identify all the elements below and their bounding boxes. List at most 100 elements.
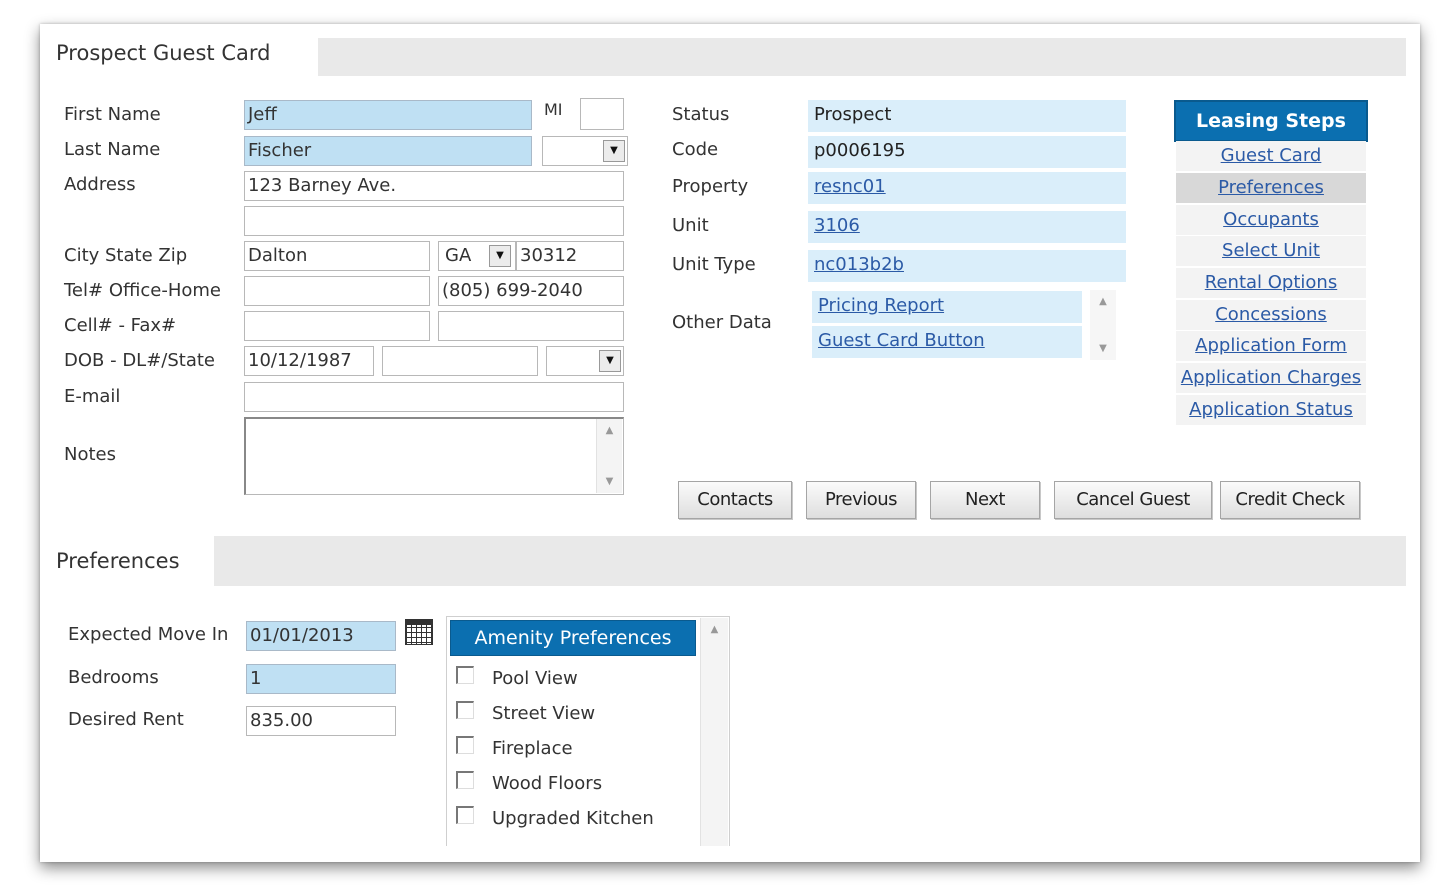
pricing-report-link[interactable]: Pricing Report [818,295,944,316]
scroll-down-icon[interactable]: ▼ [1090,343,1116,354]
amenity-label: Wood Floors [492,773,603,794]
wood-floors-checkbox[interactable] [456,771,474,789]
tel-home-field[interactable]: (805) 699-2040 [438,276,624,306]
other-data-item: Pricing Report [812,291,1082,323]
pool-view-checkbox[interactable] [456,666,474,684]
code-value: p0006195 [808,136,1126,168]
desired-rent-field[interactable]: 835.00 [246,706,396,736]
amenity-label: Upgraded Kitchen [492,808,654,829]
bedrooms-label: Bedrooms [68,667,159,688]
unit-link[interactable]: 3106 [814,215,860,236]
address-line2-field[interactable] [244,206,624,236]
fireplace-checkbox[interactable] [456,736,474,754]
preferences-title: Preferences [54,536,214,586]
bedrooms-field[interactable]: 1 [246,664,396,694]
scroll-up-icon[interactable]: ▲ [1090,296,1116,307]
dl-number-field[interactable] [382,346,538,376]
step-select-unit[interactable]: Select Unit [1176,236,1366,266]
zip-field[interactable]: 30312 [516,241,624,271]
step-application-form[interactable]: Application Form [1176,331,1366,361]
code-label: Code [672,139,719,160]
credit-check-button[interactable]: Credit Check [1220,481,1360,519]
other-data-label: Other Data [672,312,772,333]
contacts-button[interactable]: Contacts [678,481,792,519]
notes-textarea[interactable] [244,417,624,495]
mi-label: MI [544,100,563,119]
previous-button[interactable]: Previous [806,481,916,519]
tel-office-field[interactable] [244,276,430,306]
amenity-item[interactable]: Fireplace [456,734,686,764]
chevron-down-icon[interactable]: ▼ [489,245,511,267]
step-concessions[interactable]: Concessions [1176,300,1366,330]
amenity-label: Street View [492,703,596,724]
preferences-header-bar [54,536,1406,586]
window-frame: Prospect Guest Card First Name MI Last N… [40,24,1420,862]
amenity-item[interactable]: Street View [456,699,686,729]
expected-move-in-label: Expected Move In [68,624,229,645]
amenity-item[interactable]: Pool View [456,664,686,694]
step-application-status[interactable]: Application Status [1176,395,1366,425]
cell-field[interactable] [244,311,430,341]
cell-fax-label: Cell# - Fax# [64,315,177,336]
unit-type-label: Unit Type [672,254,756,275]
next-button[interactable]: Next [930,481,1040,519]
cancel-guest-button[interactable]: Cancel Guest [1054,481,1212,519]
property-label: Property [672,176,749,197]
expected-move-in-field[interactable]: 01/01/2013 [246,621,396,651]
tel-office-home-label: Tel# Office-Home [64,280,222,301]
step-preferences[interactable]: Preferences [1176,173,1366,203]
amenity-scrollbar[interactable]: ▲ [700,618,728,846]
scroll-up-icon[interactable]: ▲ [597,425,622,436]
email-field[interactable] [244,382,624,412]
scroll-up-icon[interactable]: ▲ [701,624,728,635]
amenity-item[interactable]: Wood Floors [456,769,686,799]
last-name-label: Last Name [64,139,161,160]
unit-label: Unit [672,215,709,236]
property-box: resnc01 [808,172,1126,204]
address-line1-field[interactable]: 123 Barney Ave. [244,171,624,201]
leasing-steps-header: Leasing Steps [1174,100,1368,142]
step-application-charges[interactable]: Application Charges [1176,363,1366,393]
calendar-icon[interactable] [405,619,433,645]
scroll-down-icon[interactable]: ▼ [597,476,622,487]
amenity-label: Fireplace [492,738,573,759]
first-name-field[interactable]: Jeff [244,100,532,130]
property-link[interactable]: resnc01 [814,176,886,197]
chevron-down-icon[interactable]: ▼ [599,350,621,372]
amenity-label: Pool View [492,668,578,689]
status-label: Status [672,104,730,125]
fax-field[interactable] [438,311,624,341]
city-state-zip-label: City State Zip [64,245,188,266]
amenity-item[interactable]: Upgraded Kitchen [456,804,686,834]
dob-dl-state-label: DOB - DL#/State [64,350,215,371]
guest-card-title: Prospect Guest Card [54,34,318,76]
other-data-scrollbar[interactable]: ▲ ▼ [1090,290,1116,360]
notes-label: Notes [64,444,116,465]
street-view-checkbox[interactable] [456,701,474,719]
desired-rent-label: Desired Rent [68,709,184,730]
notes-scrollbar[interactable]: ▲ ▼ [596,419,622,493]
step-occupants[interactable]: Occupants [1176,205,1366,235]
email-label: E-mail [64,386,121,407]
address-label: Address [64,174,136,195]
mi-field[interactable] [580,98,624,130]
step-rental-options[interactable]: Rental Options [1176,268,1366,298]
state-value: GA [445,245,472,266]
other-data-item: Guest Card Button [812,326,1082,358]
first-name-label: First Name [64,104,161,125]
upgraded-kitchen-checkbox[interactable] [456,806,474,824]
dob-field[interactable]: 10/12/1987 [244,346,374,376]
unit-type-link[interactable]: nc013b2b [814,254,904,275]
status-value: Prospect [808,100,1126,132]
amenity-preferences-header: Amenity Preferences [450,620,696,656]
step-guest-card[interactable]: Guest Card [1176,141,1366,171]
city-field[interactable]: Dalton [244,241,430,271]
unit-type-box: nc013b2b [808,250,1126,282]
suffix-select[interactable]: ▼ [542,136,628,166]
chevron-down-icon[interactable]: ▼ [603,140,625,162]
unit-box: 3106 [808,211,1126,243]
guest-card-button-link[interactable]: Guest Card Button [818,330,985,351]
state-select[interactable]: GA ▼ [438,241,516,271]
dl-state-select[interactable]: ▼ [546,346,624,376]
last-name-field[interactable]: Fischer [244,136,532,166]
